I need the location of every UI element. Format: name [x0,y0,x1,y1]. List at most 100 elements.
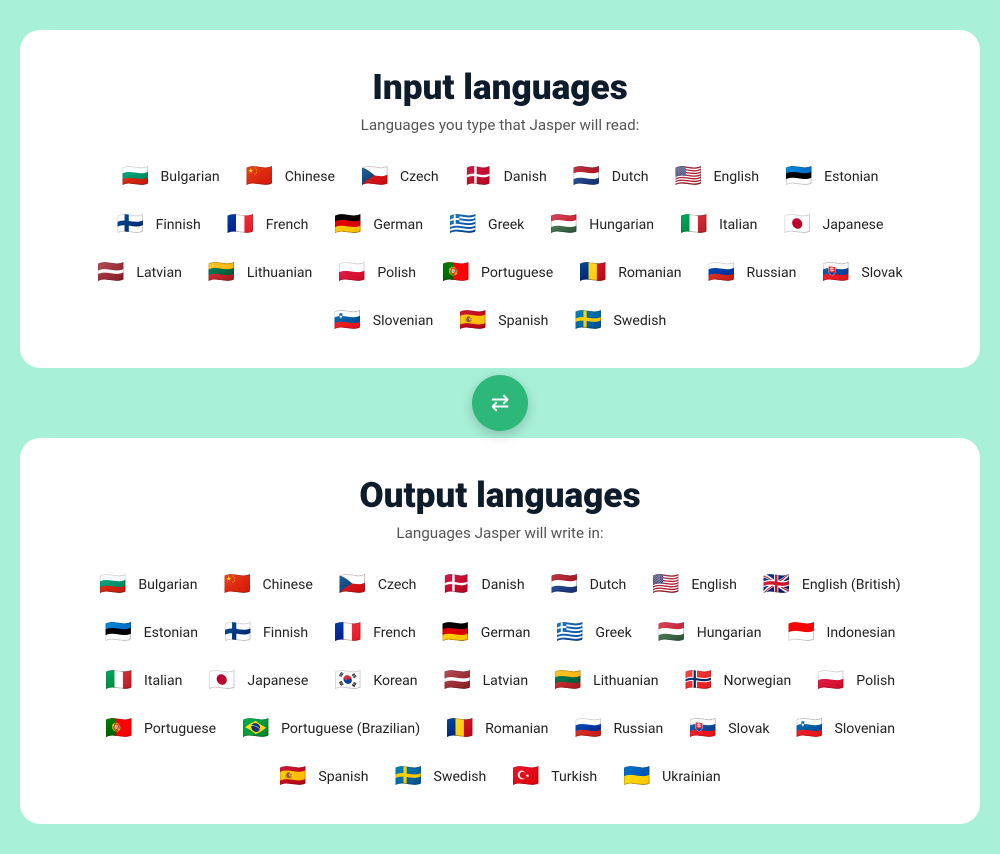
flag-icon: 🇫🇷 [227,214,259,236]
language-name: Slovenian [835,721,896,737]
flag-icon: 🇬🇷 [556,622,588,644]
input-subtitle: Languages you type that Jasper will read… [60,116,940,134]
language-name: German [481,625,531,641]
language-name: Polish [377,265,416,281]
flag-icon: 🇪🇪 [785,166,817,188]
flag-icon: 🇩🇰 [465,166,497,188]
list-item: 🇳🇱Dutch [565,162,657,192]
language-name: Turkish [551,769,597,785]
language-name: Portuguese (Brazilian) [281,721,420,737]
list-item: 🇳🇱Dutch [543,570,635,600]
language-name: Hungarian [589,217,654,233]
list-item: 🇩🇪German [326,210,431,240]
language-name: English (British) [802,577,901,593]
list-item: 🇪🇪Estonian [97,618,206,648]
flag-icon: 🇸🇪 [574,310,606,332]
flag-icon: 🇸🇮 [796,718,828,740]
language-name: Swedish [434,769,487,785]
language-name: Slovak [861,265,902,281]
language-name: Portuguese [481,265,553,281]
language-name: Japanese [247,673,308,689]
language-name: Dutch [590,577,627,593]
flag-icon: 🇫🇮 [224,622,256,644]
language-name: Estonian [144,625,198,641]
list-item: 🇺🇦 Ukrainian [615,762,728,792]
flag-icon: 🇩🇪 [442,622,474,644]
list-item: 🇬🇷 Greek [548,618,639,648]
flag-icon: 🇳🇴 [685,670,717,692]
list-item: 🇷🇴Romanian [438,714,556,744]
output-languages-card: Output languages Languages Jasper will w… [20,438,980,824]
flag-icon: 🇵🇱 [817,670,849,692]
list-item: 🇱🇻Latvian [89,258,190,288]
list-item: 🇱🇹Lithuanian [200,258,320,288]
language-name: Estonian [824,169,878,185]
flag-icon: 🇫🇷 [334,622,366,644]
list-item: 🇪🇸Spanish [271,762,376,792]
language-name: Lithuanian [593,673,658,689]
flag-icon: 🇷🇴 [446,718,478,740]
language-name: Romanian [618,265,681,281]
language-name: Russian [613,721,663,737]
list-item: 🇪🇸Spanish [451,306,556,336]
language-name: Latvian [136,265,182,281]
list-item: 🇭🇺Hungarian [650,618,770,648]
language-name: Russian [747,265,797,281]
flag-icon: 🇺🇸 [675,166,707,188]
flag-icon: 🇵🇹 [105,718,137,740]
list-item: 🇸🇰Slovak [814,258,910,288]
list-item: 🇹🇷 Turkish [504,762,605,792]
flag-icon: 🇯🇵 [208,670,240,692]
output-subtitle: Languages Jasper will write in: [60,524,940,542]
flag-icon: 🇭🇺 [658,622,690,644]
list-item: 🇸🇪Swedish [387,762,495,792]
list-item: 🇪🇪 Estonian [777,162,886,192]
flag-icon: 🇸🇰 [689,718,721,740]
list-item: 🇫🇷French [326,618,424,648]
language-name: Dutch [612,169,649,185]
flag-icon: 🇺🇦 [623,766,655,788]
input-title: Input languages [60,66,940,108]
swap-button[interactable]: ⇄ [472,375,528,431]
list-item: 🇯🇵 Japanese [200,666,316,696]
language-name: Indonesian [826,625,895,641]
list-item: 🇰🇷Korean [326,666,425,696]
flag-icon: 🇷🇴 [579,262,611,284]
flag-icon: 🇫🇮 [117,214,149,236]
list-item: 🇮🇹Italian [672,210,765,240]
list-item: 🇳🇴Norwegian [677,666,800,696]
flag-icon: 🇯🇵 [783,214,815,236]
flag-icon: 🇨🇿 [339,574,371,596]
flag-icon: 🇧🇷 [242,718,274,740]
language-name: Greek [595,625,631,641]
output-language-grid: 🇧🇬Bulgarian🇨🇳Chinese🇨🇿Czech🇩🇰Danish🇳🇱Dut… [60,570,940,792]
list-item: 🇺🇸English [667,162,768,192]
language-name: Swedish [613,313,666,329]
list-item: 🇨🇳Chinese [216,570,321,600]
flag-icon: 🇨🇳 [224,574,256,596]
list-item: 🇯🇵Japanese [775,210,891,240]
flag-icon: 🇵🇹 [442,262,474,284]
list-item: 🇺🇸English [644,570,745,600]
language-name: Portuguese [144,721,216,737]
list-item: 🇸🇰 Slovak [681,714,777,744]
language-name: Lithuanian [247,265,312,281]
flag-icon: 🇷🇺 [574,718,606,740]
flag-icon: 🇹🇷 [512,766,544,788]
list-item: 🇷🇺 Russian [700,258,805,288]
flag-icon: 🇬🇧 [763,574,795,596]
list-item: 🇩🇪 German [434,618,539,648]
language-name: Italian [144,673,182,689]
language-name: Slovak [728,721,769,737]
flag-icon: 🇷🇺 [708,262,740,284]
language-name: Bulgarian [161,169,220,185]
flag-icon: 🇰🇷 [334,670,366,692]
list-item: 🇵🇱Polish [809,666,903,696]
language-name: Finnish [263,625,308,641]
language-name: Ukrainian [662,769,720,785]
language-name: Slovenian [373,313,434,329]
language-name: French [266,217,309,233]
swap-icon: ⇄ [491,390,510,416]
list-item: 🇧🇷 Portuguese (Brazilian) [234,714,428,744]
flag-icon: 🇧🇬 [122,166,154,188]
